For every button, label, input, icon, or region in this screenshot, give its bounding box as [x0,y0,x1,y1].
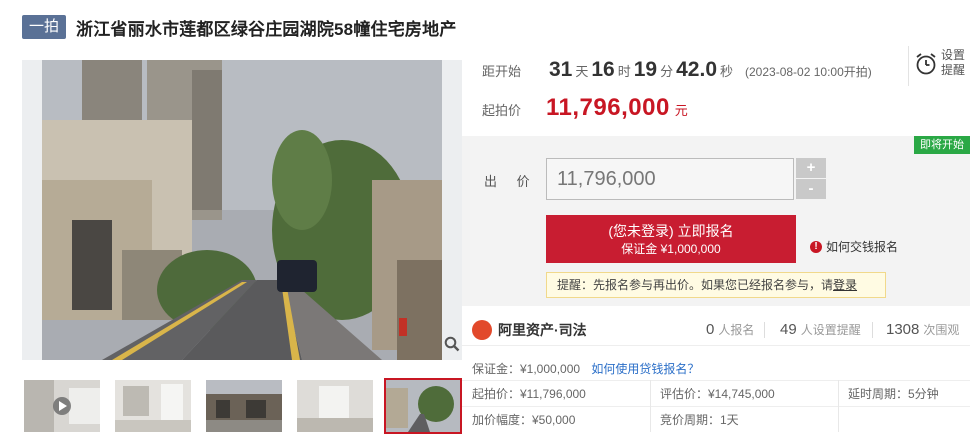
countdown-hours: 16 [591,58,615,81]
divider [650,380,651,432]
detail-appraisal: 评估价：¥14,745,000 [660,387,775,401]
start-time-note: (2023-08-02 10:00开拍) [745,65,872,79]
view-count-label: 次围观 [923,323,960,337]
detail-delay-period: 延时周期：5分钟 [848,387,939,401]
login-hint: 提醒：先报名参与再出价。如果您已经报名参与，请登录 [546,272,886,298]
platform-name: 阿里资产·司法 [498,322,587,338]
thumbnail-5-selected[interactable] [384,378,462,434]
thumbnail-3[interactable] [206,380,282,432]
platform-bar: 阿里资产·司法 0 人报名 49 人设置提醒 1308 次围观 [462,312,970,346]
zoom-icon[interactable] [444,336,460,352]
bid-label: 出 价 [484,174,538,189]
detail-bid-cycle: 竞价周期：1天 [660,413,739,427]
divider [764,322,765,338]
reminder-count-label: 人设置提醒 [800,323,861,337]
main-photo[interactable] [42,60,442,360]
start-price-label: 起拍价 [482,103,522,118]
signup-deposit: 保证金 ¥1,000,000 [621,242,721,256]
thumbnail-strip [22,378,462,434]
page-title: 浙江省丽水市莲都区绿谷庄园湖院58幢住宅房地产 [76,19,457,39]
signup-count-label: 人报名 [718,323,755,337]
how-to-pay-label: 如何交钱报名 [826,240,899,254]
divider [838,380,839,432]
view-count-number: 1308 [886,321,920,338]
countdown-minutes-unit: 分 [660,64,674,79]
signup-button[interactable]: (您未登录) 立即报名 保证金 ¥1,000,000 [546,215,796,263]
divider [872,322,873,338]
countdown-minutes: 19 [633,58,658,81]
view-count: 1308 次围观 [886,321,959,338]
alarm-clock-icon [916,53,936,75]
deposit-row: 保证金：¥1,000,000 如何使用贷钱报名？ [472,360,699,377]
how-to-pay-link[interactable]: ! 如何交钱报名 [810,238,898,255]
ali-asset-logo-icon [472,320,492,340]
login-link[interactable]: 登录 [833,278,857,292]
detail-start-price: 起拍价：¥11,796,000 [472,387,586,401]
countdown-seconds: 42.0 [676,58,717,81]
thumbnail-2[interactable] [115,380,191,432]
reminder-count-number: 49 [780,321,797,338]
countdown-hours-unit: 时 [617,64,631,79]
photo-gallery [22,60,462,360]
detail-increment: 加价幅度：¥50,000 [472,413,576,427]
bid-amount-input[interactable]: 11,796,000 [546,158,794,200]
start-price-value: 11,796,000 [546,94,670,121]
signup-count: 0 人报名 [706,321,754,338]
start-price-unit: 元 [674,103,688,118]
start-price-row: 起拍价 11,796,000 元 [482,94,688,122]
countdown-days-unit: 天 [575,64,589,79]
decrease-bid-button[interactable]: - [796,179,826,199]
increase-bid-button[interactable]: + [796,158,826,178]
signup-count-number: 0 [706,321,715,338]
countdown-days: 31 [549,58,573,81]
divider [462,406,970,407]
title-row: 一拍 浙江省丽水市莲都区绿谷庄园湖院58幢住宅房地产 [22,14,457,40]
set-reminder-button[interactable]: 设置提醒 [908,46,970,86]
countdown-seconds-unit: 秒 [720,64,734,79]
thumbnail-video[interactable] [24,380,100,432]
signup-button-label: (您未登录) 立即报名 [608,223,734,239]
set-reminder-label: 设置提醒 [941,48,966,77]
hint-text: 提醒：先报名参与再出价。如果您已经报名参与，请 [557,278,834,292]
reminder-count: 49 人设置提醒 [780,321,861,338]
auction-round-badge: 一拍 [22,15,67,39]
thumbnail-4[interactable] [297,380,373,432]
status-badge: 即将开始 [914,136,970,154]
countdown-row: 距开始 31 天 16 时 19 分 42.0 秒 (2023-08-02 10… [482,58,872,82]
bid-panel: 即将开始 出 价 11,796,000 + - (您未登录) 立即报名 保证金 … [462,136,970,306]
loan-signup-link[interactable]: 如何使用贷钱报名？ [591,362,699,376]
countdown-label: 距开始 [482,64,522,79]
info-icon: ! [810,240,822,253]
deposit-text: 保证金：¥1,000,000 [472,362,581,376]
